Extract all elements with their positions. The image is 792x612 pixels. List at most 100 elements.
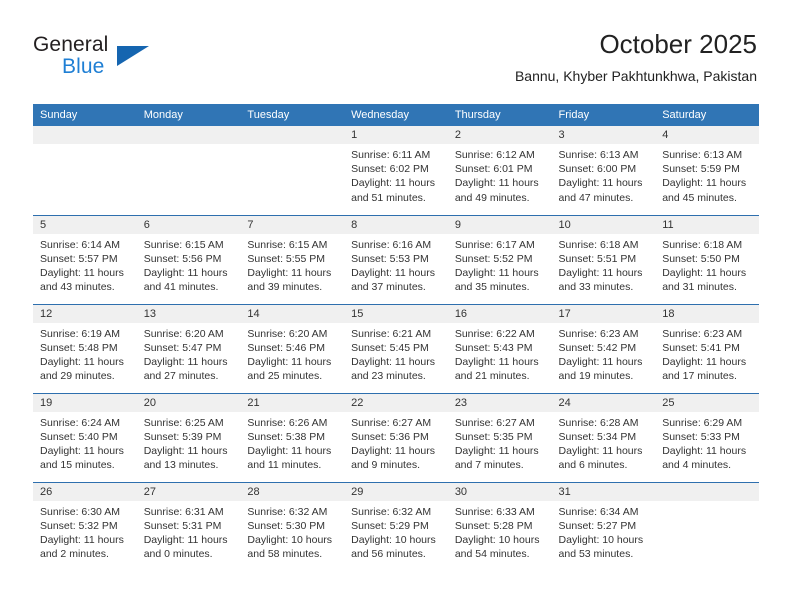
calendar-day-cell[interactable]: 5 Sunrise: 6:14 AM Sunset: 5:57 PM Daylight…: [33, 214, 137, 304]
calendar-day-cell[interactable]: 21 Sunrise: 6:26 AM Sunset: 5:38 PM Dayligh…: [240, 392, 345, 482]
day-details: Sunrise: 6:32 AM Sunset: 5:30 PM Daylight:…: [240, 501, 344, 562]
calendar-day-cell[interactable]: 18 Sunrise: 6:23 AM Sunset: 5:41 PM Dayligh…: [655, 303, 759, 393]
sunset-text: Sunset: 5:41 PM: [662, 341, 740, 354]
daylight-text: Daylight: 11 hours and 7 minutes.: [454, 444, 539, 472]
day-details: Sunrise: 6:28 AM Sunset: 5:34 PM Daylight:…: [552, 412, 656, 473]
day-details: Sunrise: 6:27 AM Sunset: 5:36 PM Daylight:…: [344, 412, 448, 473]
daylight-text: Daylight: 11 hours and 21 minutes.: [454, 355, 539, 383]
calendar-day-cell[interactable]: 17 Sunrise: 6:23 AM Sunset: 5:42 PM Dayligh…: [551, 303, 656, 393]
calendar-day-cell[interactable]: 28 Sunrise: 6:32 AM Sunset: 5:30 PM Dayligh…: [240, 481, 345, 571]
sunrise-text: Sunrise: 6:23 AM: [558, 327, 639, 340]
sunrise-text: Sunrise: 6:27 AM: [351, 416, 432, 429]
weekday-header-thursday: Thursday: [447, 104, 552, 126]
day-details: Sunrise: 6:15 AM Sunset: 5:56 PM Daylight:…: [137, 234, 241, 295]
calendar-day-cell[interactable]: 24 Sunrise: 6:28 AM Sunset: 5:34 PM Dayligh…: [551, 392, 656, 482]
calendar-day-cell[interactable]: 20 Sunrise: 6:25 AM Sunset: 5:39 PM Dayligh…: [136, 392, 241, 482]
calendar-body: 1 Sunrise: 6:11 AM Sunset: 6:02 PM Daylight…: [33, 126, 759, 571]
day-details: Sunrise: 6:23 AM Sunset: 5:42 PM Daylight:…: [552, 323, 656, 384]
sunrise-text: Sunrise: 6:15 AM: [247, 238, 328, 251]
day-number: 27: [136, 482, 241, 501]
calendar-day-cell[interactable]: 6 Sunrise: 6:15 AM Sunset: 5:56 PM Daylight…: [136, 214, 241, 304]
day-details: Sunrise: 6:19 AM Sunset: 5:48 PM Daylight:…: [33, 323, 137, 384]
sunrise-text: Sunrise: 6:27 AM: [454, 416, 535, 429]
day-number: 30: [447, 482, 552, 501]
day-number: 12: [33, 304, 137, 323]
calendar-day-cell[interactable]: 2 Sunrise: 6:12 AM Sunset: 6:01 PM Daylight…: [447, 126, 552, 215]
sunrise-text: Sunrise: 6:20 AM: [247, 327, 328, 340]
calendar-day-cell[interactable]: 15 Sunrise: 6:21 AM Sunset: 5:45 PM Dayligh…: [344, 303, 448, 393]
day-number: [136, 126, 241, 144]
day-number: 18: [655, 304, 759, 323]
sunrise-text: Sunrise: 6:19 AM: [40, 327, 120, 340]
calendar-day-cell[interactable]: 10 Sunrise: 6:18 AM Sunset: 5:51 PM Dayligh…: [551, 214, 656, 304]
sunrise-text: Sunrise: 6:16 AM: [351, 238, 432, 251]
calendar-day-cell[interactable]: 14 Sunrise: 6:20 AM Sunset: 5:46 PM Dayligh…: [240, 303, 345, 393]
calendar-day-cell-empty: [240, 126, 345, 215]
daylight-text: Daylight: 11 hours and 37 minutes.: [351, 266, 435, 294]
calendar-day-cell[interactable]: 31 Sunrise: 6:34 AM Sunset: 5:27 PM Dayligh…: [551, 481, 656, 571]
weekday-header-saturday: Saturday: [655, 104, 759, 126]
sunrise-text: Sunrise: 6:24 AM: [40, 416, 120, 429]
daylight-text: Daylight: 11 hours and 51 minutes.: [351, 177, 435, 204]
daylight-text: Daylight: 11 hours and 33 minutes.: [558, 266, 643, 294]
daylight-text: Daylight: 10 hours and 56 minutes.: [351, 533, 436, 561]
sunset-text: Sunset: 5:38 PM: [247, 430, 326, 443]
calendar-day-cell[interactable]: 9 Sunrise: 6:17 AM Sunset: 5:52 PM Daylight…: [447, 214, 552, 304]
day-number: [240, 126, 345, 144]
calendar-day-cell[interactable]: 23 Sunrise: 6:27 AM Sunset: 5:35 PM Dayligh…: [447, 392, 552, 482]
day-number: [655, 482, 759, 501]
calendar-week-row: 26 Sunrise: 6:30 AM Sunset: 5:32 PM Dayligh…: [33, 481, 759, 571]
sunset-text: Sunset: 6:00 PM: [558, 163, 637, 176]
daylight-text: Daylight: 11 hours and 6 minutes.: [558, 444, 643, 472]
logo-text-blue: Blue: [62, 55, 105, 78]
calendar-day-cell[interactable]: 3 Sunrise: 6:13 AM Sunset: 6:00 PM Daylight…: [551, 126, 656, 215]
calendar-day-cell[interactable]: 13 Sunrise: 6:20 AM Sunset: 5:47 PM Dayligh…: [136, 303, 241, 393]
calendar-day-cell[interactable]: 1 Sunrise: 6:11 AM Sunset: 6:02 PM Daylight…: [344, 126, 448, 215]
daylight-text: Daylight: 11 hours and 39 minutes.: [247, 266, 332, 294]
calendar-day-cell[interactable]: 30 Sunrise: 6:33 AM Sunset: 5:28 PM Dayligh…: [447, 481, 552, 571]
sunset-text: Sunset: 5:31 PM: [143, 519, 222, 532]
calendar-day-cell[interactable]: 25 Sunrise: 6:29 AM Sunset: 5:33 PM Dayligh…: [655, 392, 759, 482]
calendar-day-cell[interactable]: 19 Sunrise: 6:24 AM Sunset: 5:40 PM Dayligh…: [33, 392, 137, 482]
day-details: Sunrise: 6:24 AM Sunset: 5:40 PM Daylight:…: [33, 412, 137, 473]
day-number: 4: [655, 126, 759, 144]
calendar-day-cell-empty: [33, 126, 137, 215]
sunset-text: Sunset: 5:46 PM: [247, 341, 326, 354]
daylight-text: Daylight: 11 hours and 35 minutes.: [454, 266, 539, 294]
calendar-day-cell[interactable]: 22 Sunrise: 6:27 AM Sunset: 5:36 PM Dayligh…: [344, 392, 448, 482]
weekday-header-friday: Friday: [551, 104, 656, 126]
day-details: Sunrise: 6:18 AM Sunset: 5:51 PM Daylight:…: [552, 234, 656, 295]
day-details: Sunrise: 6:30 AM Sunset: 5:32 PM Daylight:…: [33, 501, 137, 562]
location-subtitle: Bannu, Khyber Pakhtunkhwa, Pakistan: [514, 68, 757, 84]
sunset-text: Sunset: 5:59 PM: [662, 163, 740, 176]
day-details: Sunrise: 6:11 AM Sunset: 6:02 PM Daylight:…: [344, 144, 448, 205]
general-blue-logo[interactable]: General Blue: [33, 33, 213, 83]
calendar-day-cell[interactable]: 27 Sunrise: 6:31 AM Sunset: 5:31 PM Dayligh…: [136, 481, 241, 571]
sunrise-text: Sunrise: 6:20 AM: [143, 327, 224, 340]
sunset-text: Sunset: 5:33 PM: [662, 430, 740, 443]
triangle-logo-icon: [117, 46, 149, 66]
calendar-day-cell[interactable]: 8 Sunrise: 6:16 AM Sunset: 5:53 PM Daylight…: [344, 214, 448, 304]
calendar-day-cell[interactable]: 11 Sunrise: 6:18 AM Sunset: 5:50 PM Dayligh…: [655, 214, 759, 304]
day-number: 5: [33, 215, 137, 234]
daylight-text: Daylight: 11 hours and 23 minutes.: [351, 355, 435, 383]
sunset-text: Sunset: 5:28 PM: [454, 519, 533, 532]
page-title: October 2025: [599, 29, 757, 59]
day-number: 29: [344, 482, 448, 501]
daylight-text: Daylight: 10 hours and 58 minutes.: [247, 533, 333, 561]
calendar-day-cell[interactable]: 7 Sunrise: 6:15 AM Sunset: 5:55 PM Daylight…: [240, 214, 345, 304]
day-details: Sunrise: 6:23 AM Sunset: 5:41 PM Daylight:…: [655, 323, 759, 384]
calendar-day-cell[interactable]: 16 Sunrise: 6:22 AM Sunset: 5:43 PM Dayligh…: [447, 303, 552, 393]
calendar-day-cell[interactable]: 4 Sunrise: 6:13 AM Sunset: 5:59 PM Daylight…: [655, 126, 759, 215]
calendar-day-cell[interactable]: 12 Sunrise: 6:19 AM Sunset: 5:48 PM Dayligh…: [33, 303, 137, 393]
page-header: General Blue October 2025 Bannu, Khyber …: [0, 0, 792, 100]
calendar-day-cell[interactable]: 26 Sunrise: 6:30 AM Sunset: 5:32 PM Dayligh…: [33, 481, 137, 571]
sunset-text: Sunset: 5:57 PM: [40, 252, 118, 265]
sunrise-text: Sunrise: 6:23 AM: [662, 327, 743, 340]
day-number: 23: [447, 393, 552, 412]
sunset-text: Sunset: 5:48 PM: [40, 341, 118, 354]
calendar-day-cell[interactable]: 29 Sunrise: 6:32 AM Sunset: 5:29 PM Dayligh…: [344, 481, 448, 571]
sunrise-text: Sunrise: 6:22 AM: [454, 327, 535, 340]
daylight-text: Daylight: 11 hours and 15 minutes.: [40, 444, 124, 472]
sunset-text: Sunset: 5:56 PM: [143, 252, 222, 265]
